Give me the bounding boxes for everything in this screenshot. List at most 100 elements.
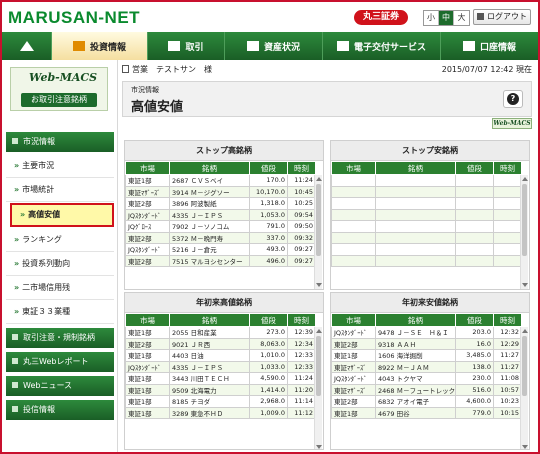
nav-trading[interactable]: 取引 — [148, 32, 225, 60]
logout-button[interactable]: ログアウト — [473, 9, 531, 25]
table-row[interactable]: 東証2部 9318 ＡＡＨ 16.0 12:29 — [331, 337, 522, 350]
cell-stock[interactable]: 4679 田谷 — [375, 406, 456, 419]
table-row[interactable]: JQｸﾞﾛｰｽ 7902 Ｊ－ソノコム 791.0 09:50 — [125, 220, 316, 233]
scroll-thumb[interactable] — [522, 184, 527, 256]
font-size-small-button[interactable]: 小 — [424, 11, 439, 25]
cell-stock[interactable]: 4335 Ｊ－ＩＰＳ — [169, 360, 250, 373]
table-row[interactable]: 東証1部 4403 日油 1,010.0 12:33 — [125, 349, 316, 362]
cell-market — [331, 185, 376, 198]
help-button[interactable]: ? — [503, 90, 523, 108]
cell-stock[interactable]: 2055 日和産業 — [169, 326, 250, 339]
table-row[interactable]: 東証1部 2055 日和産業 273.0 12:39 — [125, 326, 316, 339]
font-size-large-button[interactable]: 大 — [454, 11, 469, 25]
scroll-up-icon[interactable] — [522, 329, 528, 333]
table-row[interactable]: 東証2部 9021 ＪＲ西 8,063.0 12:34 — [125, 337, 316, 350]
cell-stock[interactable]: 9318 ＡＡＨ — [375, 337, 456, 350]
table-row[interactable]: JQｽﾀﾝﾀﾞｰﾄﾞ 5216 Ｊ－倉元 493.0 09:27 — [125, 243, 316, 256]
cell-stock[interactable]: 3896 阿波製紙 — [169, 197, 250, 210]
cell-stock[interactable]: 3443 川田ＴＥＣＨ — [169, 372, 250, 385]
table-row[interactable]: JQｽﾀﾝﾀﾞｰﾄﾞ 4043 トクヤマ 230.0 11:08 — [331, 372, 522, 385]
sidebar-section-web-news[interactable]: Webニュース — [6, 376, 114, 396]
sidebar-item-high-low[interactable]: » 高値安値 — [10, 203, 114, 227]
table-row[interactable]: 東証1部 1606 海洋掘削 3,485.0 11:27 — [331, 349, 522, 362]
scrollbar[interactable] — [314, 175, 322, 289]
scrollbar[interactable] — [314, 327, 322, 449]
table-row[interactable]: 東証1部 9509 北海電力 1,414.0 11:20 — [125, 383, 316, 396]
table-row[interactable]: 東証ﾏｻﾞｰｽﾞ 2468 Ｍ－フュートレック 516.0 10:57 — [331, 383, 522, 396]
sidebar-section-funds[interactable]: 投信情報 — [6, 400, 114, 420]
table-row[interactable]: 東証1部 3443 川田ＴＥＣＨ 4,590.0 11:24 — [125, 372, 316, 385]
cell-stock[interactable]: 5216 Ｊ－倉元 — [169, 243, 250, 256]
table-row[interactable]: JQｽﾀﾝﾀﾞｰﾄﾞ 4335 Ｊ－ＩＰＳ 1,053.0 09:54 — [125, 208, 316, 221]
scroll-down-icon[interactable] — [522, 283, 528, 287]
nav-investment-info[interactable]: 投資情報 — [52, 32, 148, 60]
scroll-thumb[interactable] — [316, 184, 321, 256]
table-row — [331, 231, 522, 244]
table-row — [331, 174, 522, 187]
cell-price: 203.0 — [455, 326, 494, 339]
cell-stock[interactable]: 3914 Ｍ－ジグソー — [169, 185, 250, 198]
cell-stock[interactable]: 5372 Ｍ－晩門寿 — [169, 231, 250, 244]
cell-price: 170.0 — [249, 174, 288, 187]
sidebar-item-market-stats[interactable]: » 市場統計 — [6, 178, 114, 202]
brand-badge[interactable]: 丸三証券 — [354, 10, 408, 25]
scroll-down-icon[interactable] — [316, 445, 322, 449]
cell-stock[interactable]: 4335 Ｊ－ＩＰＳ — [169, 208, 250, 221]
nav-e-delivery[interactable]: 電子交付サービス — [323, 32, 441, 60]
font-size-medium-button[interactable]: 中 — [439, 11, 454, 25]
table-row[interactable]: 東証1部 3289 東急不ＨＤ 1,009.0 11:12 — [125, 406, 316, 419]
cell-stock[interactable]: 2468 Ｍ－フュートレック — [375, 383, 456, 396]
scroll-up-icon[interactable] — [316, 177, 322, 181]
sidebar-item-major-market[interactable]: » 主要市況 — [6, 154, 114, 178]
chevron-right-icon: » — [20, 210, 26, 219]
cell-stock[interactable]: 4043 トクヤマ — [375, 372, 456, 385]
scrollbar[interactable] — [520, 175, 528, 289]
scroll-down-icon[interactable] — [522, 445, 528, 449]
table-row[interactable]: 東証1部 2687 ＣＶＳベイ 170.0 11:24 — [125, 174, 316, 187]
nav-account[interactable]: 口座情報 — [441, 32, 538, 60]
table-row[interactable]: 東証2部 7515 マルヨシセンター 496.0 09:27 — [125, 254, 316, 267]
sidebar-item-margin-balance[interactable]: » 二市場信用残 — [6, 276, 114, 300]
table-row[interactable]: 東証2部 5372 Ｍ－晩門寿 337.0 09:32 — [125, 231, 316, 244]
square-icon — [12, 406, 18, 412]
cell-stock[interactable]: 1606 海洋掘削 — [375, 349, 456, 362]
cell-stock[interactable]: 8922 Ｍ－ＪＡＭ — [375, 360, 456, 373]
caution-stocks-button[interactable]: お取引注意銘柄 — [21, 93, 97, 107]
scroll-up-icon[interactable] — [522, 177, 528, 181]
cell-stock[interactable]: 9509 北海電力 — [169, 383, 250, 396]
scroll-thumb[interactable] — [522, 336, 527, 396]
cell-stock[interactable]: 2687 ＣＶＳベイ — [169, 174, 250, 187]
cell-stock[interactable]: 6832 アオイ電子 — [375, 395, 456, 408]
table-row[interactable]: 東証2部 3896 阿波製紙 1,318.0 10:25 — [125, 197, 316, 210]
table-row[interactable]: 東証2部 6832 アオイ電子 4,600.0 10:23 — [331, 395, 522, 408]
nav-home[interactable] — [2, 32, 52, 60]
table-row[interactable]: 東証1部 4679 田谷 779.0 10:15 — [331, 406, 522, 419]
cell-stock[interactable]: 8185 チヨダ — [169, 395, 250, 408]
sidebar-section-market[interactable]: 市況情報 — [6, 132, 114, 152]
table-row[interactable]: JQｽﾀﾝﾀﾞｰﾄﾞ 9478 Ｊ－ＳＥ Ｈ＆Ｉ 203.0 12:32 — [331, 326, 522, 339]
webmacs-badge[interactable]: Web-MACS — [492, 118, 532, 129]
cell-stock[interactable]: 7902 Ｊ－ソノコム — [169, 220, 250, 233]
sidebar-section-regulations[interactable]: 取引注意・規制銘柄 — [6, 328, 114, 348]
sidebar-section-web-report[interactable]: 丸三Webレポート — [6, 352, 114, 372]
sidebar-section-label: 市況情報 — [23, 137, 55, 146]
scroll-thumb[interactable] — [316, 336, 321, 396]
table-row[interactable]: 東証ﾏｻﾞｰｽﾞ 8922 Ｍ－ＪＡＭ 138.0 11:27 — [331, 360, 522, 373]
chevron-right-icon: » — [14, 307, 20, 316]
nav-assets[interactable]: 資産状況 — [225, 32, 323, 60]
cell-stock[interactable]: 3289 東急不ＨＤ — [169, 406, 250, 419]
sidebar-item-tse33[interactable]: » 東証３３業種 — [6, 300, 114, 324]
sidebar-item-investor-trends[interactable]: » 投資系列動向 — [6, 252, 114, 276]
cell-stock[interactable]: 4403 日油 — [169, 349, 250, 362]
table-row[interactable]: 東証1部 8185 チヨダ 2,968.0 11:14 — [125, 395, 316, 408]
table-row[interactable]: JQｽﾀﾝﾀﾞｰﾄﾞ 4335 Ｊ－ＩＰＳ 1,033.0 12:33 — [125, 360, 316, 373]
scroll-down-icon[interactable] — [316, 283, 322, 287]
cell-stock[interactable]: 9478 Ｊ－ＳＥ Ｈ＆Ｉ — [375, 326, 456, 339]
scroll-up-icon[interactable] — [316, 329, 322, 333]
sidebar-item-ranking[interactable]: » ランキング — [6, 228, 114, 252]
cell-stock[interactable]: 9021 ＪＲ西 — [169, 337, 250, 350]
table-row[interactable]: 東証ﾏｻﾞｰｽﾞ 3914 Ｍ－ジグソー 10,170.0 10:45 — [125, 185, 316, 198]
site-logo[interactable]: MARUSAN-NET — [8, 8, 140, 28]
scrollbar[interactable] — [520, 327, 528, 449]
cell-stock[interactable]: 7515 マルヨシセンター — [169, 254, 250, 267]
